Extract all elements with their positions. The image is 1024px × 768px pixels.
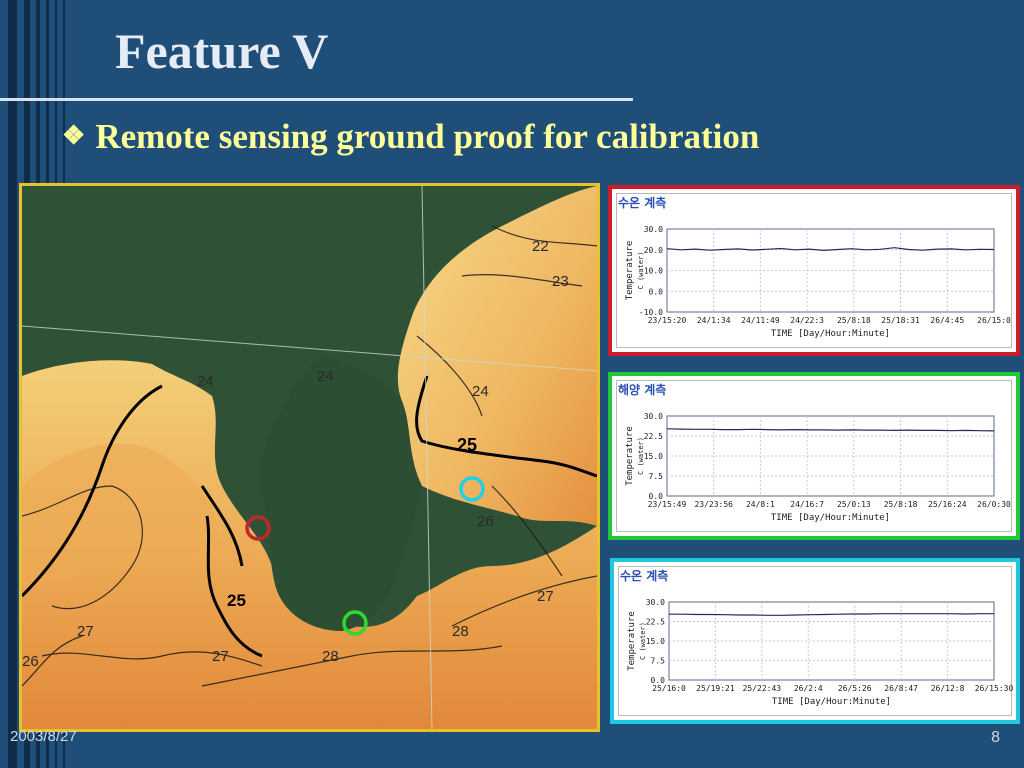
slide-title: Feature V — [115, 23, 329, 79]
x-axis-label: TIME [Day/Hour:Minute] — [771, 329, 890, 339]
x-tick-label: 24/1:34 — [697, 316, 731, 325]
y-axis-unit: C (water) — [639, 622, 647, 660]
bullet-diamond-icon: ❖ — [62, 121, 86, 150]
y-tick-label: 30.0 — [646, 598, 665, 607]
y-tick-label: 7.5 — [649, 472, 664, 481]
y-tick-label: 15.0 — [646, 637, 665, 646]
x-tick-label: 25/19:21 — [696, 684, 735, 693]
x-tick-label: 26/12:8 — [931, 684, 965, 693]
x-tick-label: 26/5:26 — [838, 684, 872, 693]
slide-date: 2003/8/27 — [10, 728, 77, 745]
temp-chart-cyan: 30.022.515.07.50.025/16:0 25/19:21 25/22:4… — [627, 598, 1014, 707]
y-axis-label: Temperature — [627, 611, 637, 671]
x-tick-label: 25/22:43 — [743, 684, 782, 693]
x-tick-label: 26/4:45 — [930, 316, 964, 325]
sst-map-graphic: 22 23 24 24 24 25 25 26 26 27 27 28 28 2… — [22, 186, 597, 729]
x-axis-label: TIME [Day/Hour:Minute] — [772, 697, 891, 707]
y-tick-label: 15.0 — [644, 452, 663, 461]
y-tick-label: 0.0 — [649, 287, 664, 296]
x-tick-label: 26/0:30 — [977, 500, 1011, 509]
ocean-chart-panel-green: 30.0 22.5 15.0 7.5 0.0 23/15:49 23/23:56 24/8:1… — [608, 372, 1020, 540]
x-tick-label: 25/16:0 — [652, 684, 686, 693]
contour-label: 27 — [537, 588, 554, 605]
x-tick-label: 25/8:18 — [884, 500, 918, 509]
y-tick-label: 30.0 — [644, 225, 663, 234]
x-tick-label: 24/11:49 — [741, 316, 780, 325]
contour-label: 27 — [212, 648, 229, 665]
x-tick-label: 26/15:0 — [977, 316, 1011, 325]
x-tick-label: 23/15:20 — [648, 316, 687, 325]
y-tick-label: 30.0 — [644, 412, 663, 421]
x-tick-label: 23/23:56 — [694, 500, 733, 509]
sst-map: 22 23 24 24 24 25 25 26 26 27 27 28 28 2… — [19, 183, 600, 732]
contour-label: 27 — [77, 623, 94, 640]
bullet-line: ❖ Remote sensing ground proof for calibra… — [62, 117, 759, 157]
x-tick-label: 25/8:18 — [837, 316, 871, 325]
temp-chart-red: 30.020.010.00.0-10.023/15:20 24/1:34 24/11… — [625, 225, 1011, 339]
x-axis-label: TIME [Day/Hour:Minute] — [771, 513, 890, 523]
x-tick-label: 24/8:1 — [746, 500, 775, 509]
contour-label: 22 — [532, 238, 549, 255]
x-tick-label: 26/8:47 — [884, 684, 918, 693]
y-axis-label: Temperature — [625, 241, 635, 301]
contour-label: 26 — [22, 653, 39, 670]
chart-header: 수온 계측 — [620, 569, 669, 583]
y-tick-label: 20.0 — [644, 246, 663, 255]
water-temp-chart-panel-red: 30.0 20.0 10.0 0.0 -10.0 23/15:20 24/1:34 24/11… — [608, 185, 1020, 356]
bullet-text: Remote sensing ground proof for calibrat… — [95, 117, 760, 156]
x-tick-label: 24/16:7 — [790, 500, 824, 509]
contour-label: 24 — [472, 383, 489, 400]
x-tick-label: 25/16:24 — [928, 500, 967, 509]
contour-label: 23 — [552, 273, 569, 290]
x-tick-label: 23/15:49 — [648, 500, 687, 509]
x-tick-label: 24/22:3 — [790, 316, 824, 325]
title-underline — [0, 98, 633, 101]
chart-header: 수온 계측 — [618, 196, 667, 210]
contour-label: 25 — [227, 591, 246, 610]
y-tick-label: 7.5 — [651, 657, 666, 666]
water-temp-chart-panel-cyan: 30.0 22.5 15.0 7.5 0.0 25/16:0 25/19:21 25/22:4… — [610, 558, 1020, 724]
chart-header: 해양 계측 — [618, 383, 667, 397]
page-number: 8 — [991, 729, 1000, 746]
contour-label: 28 — [322, 648, 339, 665]
contour-label: 28 — [452, 623, 469, 640]
contour-label: 24 — [317, 368, 334, 385]
contour-label: 24 — [197, 373, 214, 390]
contour-label: 25 — [457, 435, 477, 455]
temp-chart-green: 30.022.515.07.50.023/15:49 23/23:56 24/8:1… — [625, 412, 1011, 523]
x-tick-label: 25/18:31 — [881, 316, 920, 325]
y-axis-unit: C (water) — [637, 252, 645, 290]
y-tick-label: 22.5 — [644, 432, 663, 441]
x-tick-label: 25/0:13 — [837, 500, 871, 509]
y-tick-label: 10.0 — [644, 267, 663, 276]
contour-label: 26 — [477, 513, 494, 530]
x-tick-label: 26/2:4 — [794, 684, 823, 693]
y-axis-label: Temperature — [625, 426, 635, 486]
y-axis-unit: C (water) — [637, 437, 645, 475]
x-tick-label: 26/15:30 — [975, 684, 1014, 693]
y-tick-label: 22.5 — [646, 618, 665, 627]
